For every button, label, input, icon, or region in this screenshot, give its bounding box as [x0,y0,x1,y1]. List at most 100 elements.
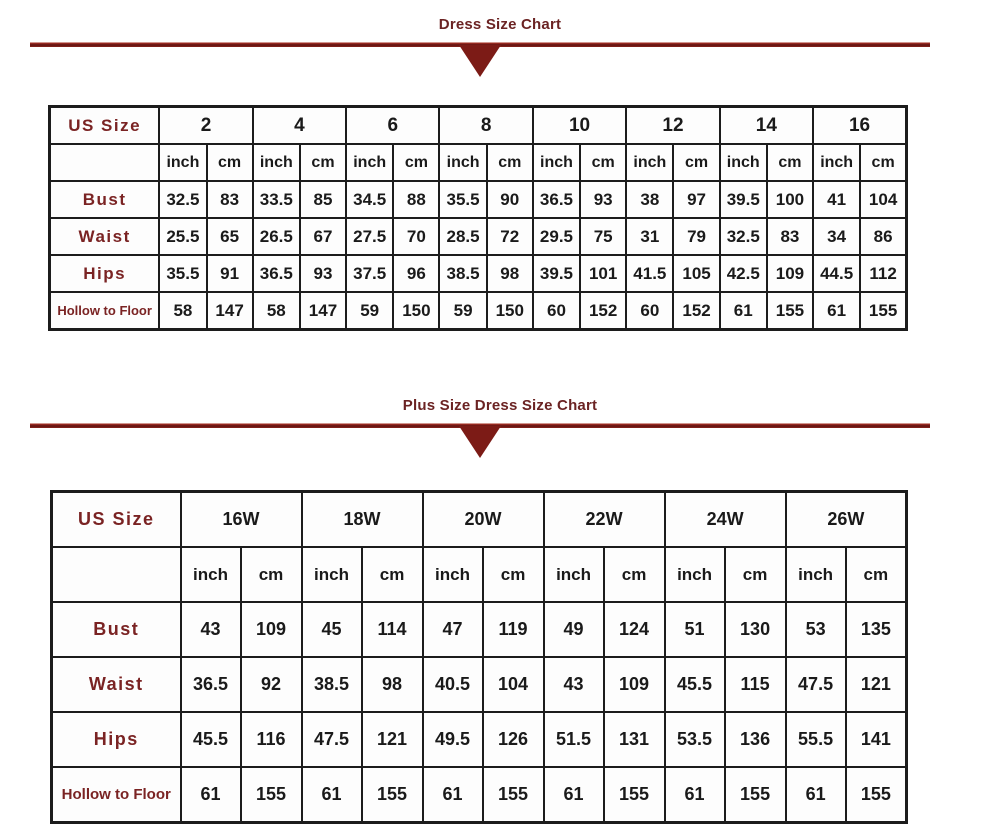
measurement-cell: 41.5 [625,254,675,293]
size-header-cell: 10 [531,105,628,145]
table-row-unit-header: inch cm inch cm inch cm inch cm inch cm … [48,143,908,182]
size-header-cell: 4 [251,105,348,145]
measurement-cell: 59 [345,291,395,331]
measurement-cell: 104 [859,180,908,219]
measurement-cell: 109 [239,601,303,658]
measurement-cell: 86 [859,217,908,256]
measurement-cell: 155 [239,766,303,824]
unit-header-inch: inch [345,143,395,182]
measurement-cell: 91 [205,254,254,293]
table-row: Hips 45.5 116 47.5 121 49.5 126 51.5 131… [50,711,908,768]
measurement-cell: 85 [298,180,348,219]
measurement-cell: 92 [239,656,303,713]
measurement-cell: 47 [421,601,484,658]
triangle-down-icon [459,426,501,458]
measurement-cell: 119 [481,601,545,658]
empty-corner-cell [48,143,161,182]
table-row-size-header: US Size 2 4 6 8 10 12 14 16 [48,105,908,145]
measurement-cell: 112 [859,254,908,293]
table-row-size-header: US Size 16W 18W 20W 22W 24W 26W [50,490,908,548]
measurement-cell: 42.5 [718,254,768,293]
unit-header-cm: cm [392,143,441,182]
measurement-cell: 114 [360,601,424,658]
measurement-cell: 37.5 [345,254,395,293]
measurement-cell: 100 [765,180,815,219]
measurement-cell: 26.5 [251,217,301,256]
measurement-cell: 47.5 [300,711,363,768]
measurement-cell: 61 [421,766,484,824]
measurement-cell: 53 [784,601,847,658]
unit-header-cm: cm [298,143,348,182]
measurement-cell: 79 [672,217,721,256]
measurement-cell: 25.5 [158,217,208,256]
divider-ornament-bottom [30,423,930,463]
unit-header-inch: inch [542,546,605,603]
measurement-cell: 130 [723,601,787,658]
measurement-cell: 28.5 [438,217,488,256]
measurement-cell: 35.5 [158,254,208,293]
measurement-cell: 96 [392,254,441,293]
measurement-cell: 83 [205,180,254,219]
empty-corner-cell [50,546,182,603]
measurement-cell: 131 [602,711,666,768]
measurement-cell: 135 [844,601,908,658]
measurement-cell: 155 [765,291,815,331]
measurement-cell: 60 [625,291,675,331]
unit-header-inch: inch [784,546,847,603]
plus-size-table: US Size 16W 18W 20W 22W 24W 26W inch cm … [50,490,909,824]
measurement-cell: 124 [602,601,666,658]
table-row: Hollow to Floor 61 155 61 155 61 155 61 … [50,766,908,824]
unit-header-cm: cm [360,546,424,603]
measurement-cell: 109 [765,254,815,293]
us-size-label: US Size [50,490,182,548]
measurement-cell: 49.5 [421,711,484,768]
measurement-label-bust: Bust [48,180,161,219]
unit-header-cm: cm [239,546,303,603]
measurement-cell: 44.5 [812,254,862,293]
table-row: Bust 32.5 83 33.5 85 34.5 88 35.5 90 36.… [48,180,908,219]
measurement-label-hips: Hips [48,254,161,293]
measurement-cell: 75 [579,217,628,256]
measurement-cell: 39.5 [531,254,582,293]
unit-header-inch: inch [158,143,208,182]
size-header-cell: 12 [625,105,721,145]
measurement-cell: 152 [672,291,721,331]
unit-header-cm: cm [579,143,628,182]
measurement-label-waist: Waist [48,217,161,256]
measurement-cell: 67 [298,217,348,256]
measurement-cell: 61 [300,766,363,824]
measurement-cell: 61 [663,766,726,824]
measurement-cell: 136 [723,711,787,768]
measurement-cell: 109 [602,656,666,713]
measurement-cell: 101 [579,254,628,293]
table-row-unit-header: inch cm inch cm inch cm inch cm inch cm … [50,546,908,603]
measurement-cell: 155 [844,766,908,824]
unit-header-inch: inch [438,143,488,182]
measurement-cell: 155 [859,291,908,331]
measurement-cell: 43 [542,656,605,713]
measurement-cell: 32.5 [158,180,208,219]
size-header-cell: 2 [158,105,254,145]
unit-header-cm: cm [859,143,908,182]
measurement-cell: 55.5 [784,711,847,768]
measurement-cell: 93 [579,180,628,219]
measurement-cell: 45.5 [179,711,242,768]
measurement-cell: 61 [718,291,768,331]
measurement-cell: 34.5 [345,180,395,219]
unit-header-cm: cm [602,546,666,603]
measurement-cell: 41 [812,180,862,219]
measurement-cell: 36.5 [251,254,301,293]
unit-header-cm: cm [481,546,545,603]
measurement-cell: 115 [723,656,787,713]
measurement-cell: 45 [300,601,363,658]
measurement-cell: 93 [298,254,348,293]
measurement-cell: 49 [542,601,605,658]
table-row: Waist 25.5 65 26.5 67 27.5 70 28.5 72 29… [48,217,908,256]
measurement-cell: 61 [542,766,605,824]
measurement-cell: 29.5 [531,217,582,256]
unit-header-inch: inch [718,143,768,182]
measurement-cell: 58 [158,291,208,331]
measurement-cell: 90 [485,180,534,219]
measurement-cell: 27.5 [345,217,395,256]
unit-header-cm: cm [672,143,721,182]
